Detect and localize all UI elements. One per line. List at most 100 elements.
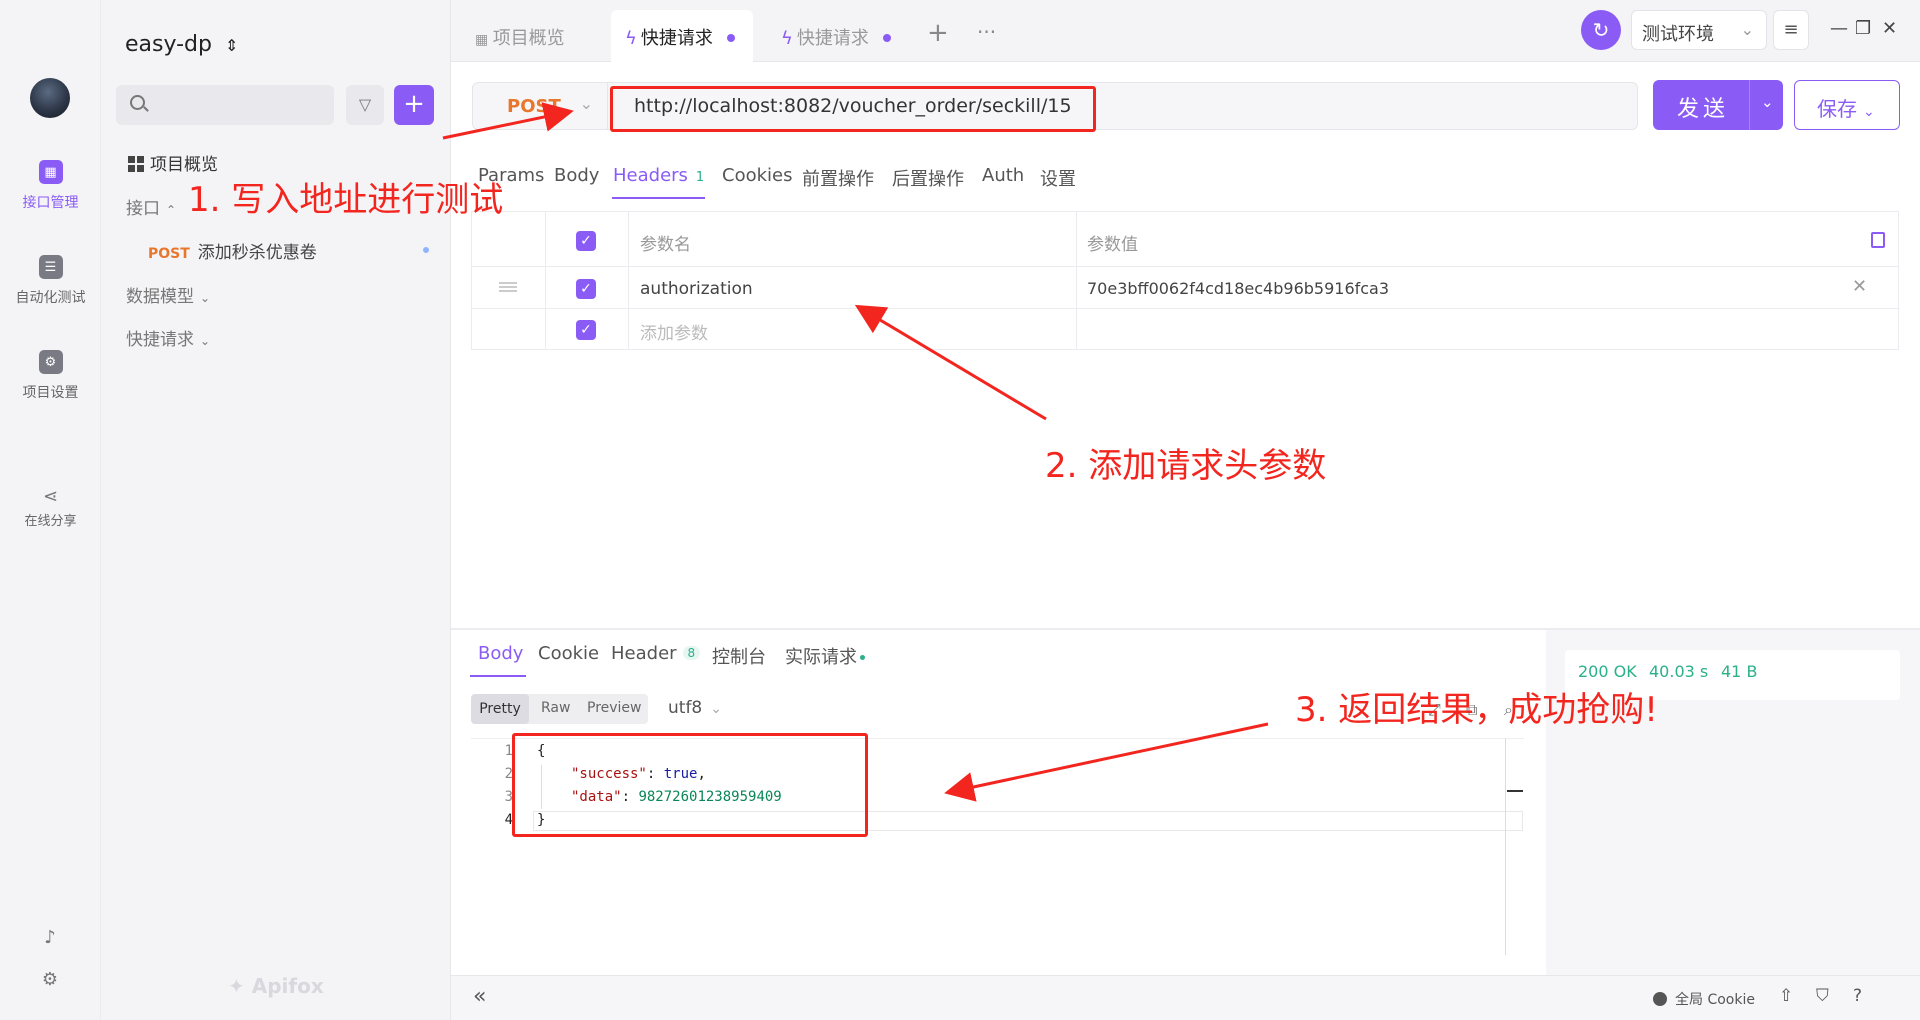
rail-item-label: 项目设置	[22, 385, 79, 401]
tree-group-quick-requests[interactable]: 快捷请求 ⌄	[126, 325, 210, 350]
header-count-badge: 8	[682, 646, 701, 660]
collapse-sidebar-icon[interactable]: «	[473, 984, 486, 1009]
rail-item-project-settings[interactable]: ⚙ 项目设置	[0, 350, 101, 402]
chevron-updown-icon: ⇕	[224, 36, 239, 55]
column-header-name: 参数名	[640, 235, 691, 255]
tab-label: 快捷请求	[796, 28, 869, 49]
tab-post-operations[interactable]: 后置操作	[892, 165, 964, 191]
tab-label: 前置操作	[802, 169, 874, 190]
gear-icon[interactable]: ⚙	[40, 970, 60, 990]
tab-cookies[interactable]: Cookies	[722, 165, 792, 186]
search-input[interactable]	[116, 85, 334, 125]
env-menu-button[interactable]: ≡	[1773, 10, 1809, 50]
automation-icon: ☰	[38, 255, 63, 279]
view-pretty[interactable]: Pretty	[471, 694, 529, 724]
unsaved-dot	[726, 34, 735, 42]
save-button[interactable]: 保存 ⌄	[1794, 80, 1900, 130]
tab-quick-request-active[interactable]: ϟ 快捷请求	[611, 10, 753, 62]
chevron-down-icon: ⌄	[1863, 104, 1875, 120]
upload-icon[interactable]: ⇧	[1779, 986, 1793, 1006]
project-name: easy-dp	[125, 32, 212, 57]
tab-label: 后置操作	[892, 169, 964, 190]
tree-item-label: 数据模型	[126, 287, 194, 307]
view-preview[interactable]: Preview	[587, 700, 642, 716]
apifox-window: ▦ 接口管理 ☰ 自动化测试 ⚙ 项目设置 ⋖ 在线分享 ♪ ⚙ easy-dp…	[0, 0, 1920, 1020]
col-divider	[545, 211, 546, 350]
apifox-logo: ✦ Apifox	[228, 974, 324, 998]
resp-tab-actual-request[interactable]: 实际请求	[785, 643, 865, 669]
delete-row-icon[interactable]: ✕	[1852, 276, 1867, 297]
minimize-icon[interactable]: —	[1830, 18, 1848, 39]
tab-quick-request[interactable]: ϟ 快捷请求	[781, 10, 891, 62]
brand-label: Apifox	[251, 974, 324, 998]
save-label: 保存	[1817, 97, 1857, 121]
tree-item-endpoint[interactable]: POST 添加秒杀优惠卷	[148, 238, 317, 263]
chevron-down-icon: ⌄	[200, 334, 211, 348]
rail-item-share[interactable]: ⋖ 在线分享	[0, 484, 101, 530]
select-all-checkbox[interactable]: ✓	[576, 231, 596, 251]
status-footer: « 全局 Cookie ⇧ ⛉ ?	[451, 975, 1920, 1020]
method-label: POST	[507, 96, 561, 117]
scroll-position-marker	[1507, 790, 1523, 792]
lightning-icon: ϟ	[781, 28, 793, 49]
tab-overview[interactable]: ▦ 项目概览	[475, 10, 565, 62]
status-code: 200 OK	[1578, 662, 1637, 681]
tab-label: 项目概览	[492, 28, 565, 49]
plus-icon: +	[403, 89, 425, 119]
shirt-icon[interactable]: ⛉	[1816, 986, 1829, 1006]
tree-group-interfaces[interactable]: 接口 ⌃	[126, 194, 176, 219]
avatar[interactable]	[30, 78, 70, 118]
rail-item-api-management[interactable]: ▦ 接口管理	[0, 160, 101, 212]
resp-tab-cookie[interactable]: Cookie	[538, 643, 599, 664]
send-button[interactable]: 发送 ⌄	[1653, 80, 1783, 130]
add-param-input[interactable]: 添加参数	[640, 319, 708, 344]
rail-item-automation[interactable]: ☰ 自动化测试	[0, 255, 101, 307]
filter-button[interactable]: ▽	[346, 85, 384, 125]
close-icon[interactable]: ✕	[1882, 18, 1897, 39]
tab-pre-operations[interactable]: 前置操作	[802, 165, 874, 191]
header-value-input[interactable]: 70e3bff0062f4cd18ec4b96b5916fca3	[1087, 279, 1389, 298]
share-icon: ⋖	[42, 485, 59, 507]
more-tabs-icon[interactable]: ···	[977, 20, 996, 44]
annotation-box-url	[610, 86, 1096, 132]
global-cookie-button[interactable]: 全局 Cookie	[1653, 989, 1755, 1009]
new-row-checkbox[interactable]: ✓	[576, 320, 596, 340]
project-switcher[interactable]: easy-dp ⇕	[125, 32, 238, 57]
resp-tab-console[interactable]: 控制台	[712, 643, 766, 669]
resp-tab-body[interactable]: Body	[478, 643, 523, 664]
bell-icon[interactable]: ♪	[40, 928, 60, 948]
resp-tab-header[interactable]: Header 8	[611, 643, 701, 664]
tab-auth[interactable]: Auth	[982, 165, 1024, 186]
env-sync-button[interactable]: ↻	[1581, 10, 1621, 50]
annotation-step3: 3. 返回结果，成功抢购!	[1295, 690, 1658, 730]
col-divider	[1076, 211, 1077, 350]
restore-icon[interactable]: ❐	[1855, 18, 1871, 39]
row-checkbox[interactable]: ✓	[576, 279, 596, 299]
view-raw[interactable]: Raw	[541, 700, 570, 716]
api-icon: ▦	[38, 160, 63, 184]
header-name-input[interactable]: authorization	[640, 279, 753, 299]
panel-resizer[interactable]	[451, 628, 1920, 630]
bulk-edit-icon[interactable]	[1871, 232, 1885, 248]
annotation-box-response	[512, 733, 868, 837]
drag-handle-icon[interactable]	[499, 282, 517, 292]
tab-headers[interactable]: Headers 1	[613, 165, 704, 186]
help-icon[interactable]: ?	[1853, 986, 1862, 1006]
unsaved-dot	[423, 247, 429, 253]
environment-select[interactable]: 测试环境 ⌄	[1631, 10, 1767, 50]
line-number: 4	[504, 812, 513, 828]
tree-group-data-models[interactable]: 数据模型 ⌄	[126, 282, 210, 307]
row-divider	[471, 308, 1899, 309]
encoding-select[interactable]: utf8 ⌄	[668, 698, 722, 718]
tab-settings[interactable]: 设置	[1040, 165, 1076, 191]
new-tab-button[interactable]: +	[927, 18, 949, 48]
tab-body[interactable]: Body	[554, 165, 599, 186]
method-select[interactable]: POST ⌄	[472, 82, 608, 130]
tab-label: 快捷请求	[640, 28, 713, 49]
tab-label: Cookies	[722, 165, 793, 186]
editor-scrollbar[interactable]	[1505, 738, 1506, 955]
rail-item-label: 接口管理	[22, 195, 79, 211]
chevron-down-icon[interactable]: ⌄	[1761, 93, 1774, 111]
chevron-down-icon: ⌄	[579, 94, 593, 113]
add-button[interactable]: +	[394, 85, 434, 125]
